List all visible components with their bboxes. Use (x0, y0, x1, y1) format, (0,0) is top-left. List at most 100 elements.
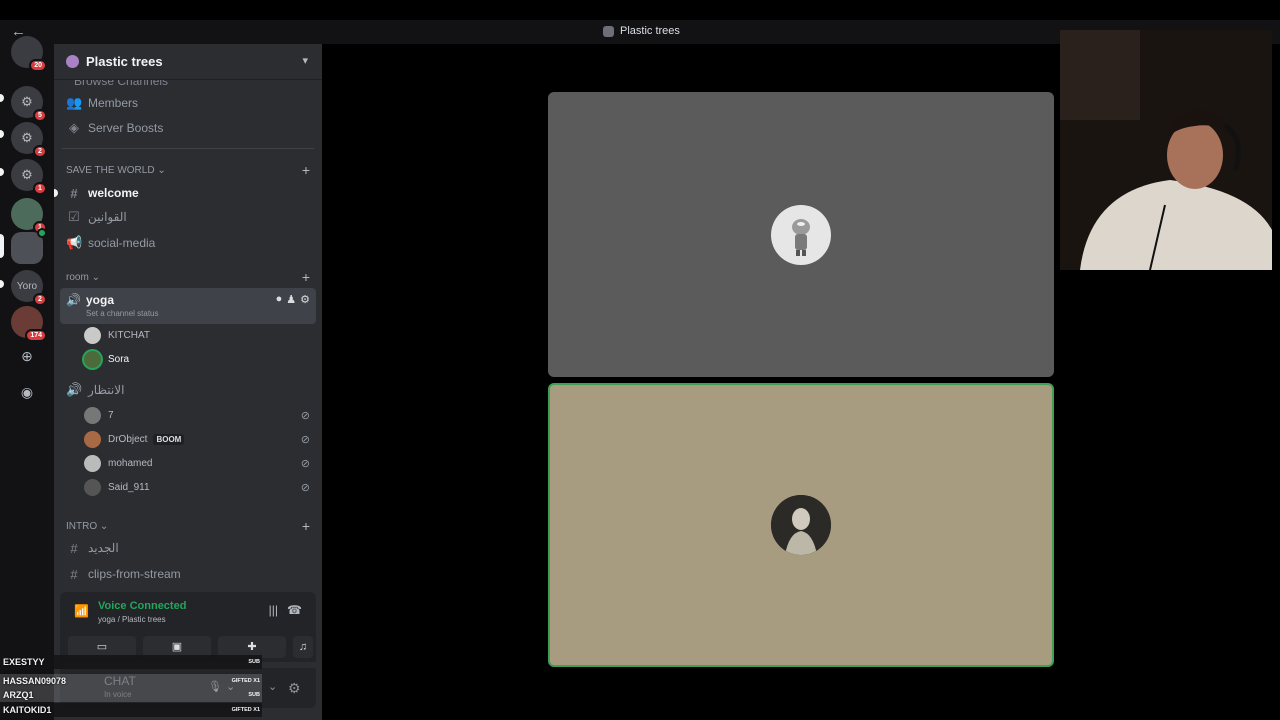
sub-entry: EXESTYY SUB (0, 655, 262, 669)
unread-pill (0, 94, 4, 102)
channel-new[interactable]: # الجديد (60, 537, 316, 559)
category-room[interactable]: room ⌄ + (66, 269, 310, 285)
server-icon-8[interactable]: 174 (11, 306, 47, 342)
members-icon: 👥 (66, 95, 83, 110)
channel-actions: ● ♟ ⚙ (276, 293, 310, 306)
voice-status[interactable]: Voice Connected (98, 600, 186, 612)
channel-rules[interactable]: ☑ القوانين (60, 206, 316, 228)
chat-icon[interactable]: ● (276, 293, 283, 306)
unread-pill (0, 168, 4, 176)
voice-channel-yoga[interactable]: 🔊 yoga Set a channel status ● ♟ ⚙ (60, 288, 316, 324)
channel-welcome[interactable]: # welcome (54, 182, 316, 204)
avatar (84, 454, 101, 472)
screen-share-icon: ▣ (171, 641, 183, 653)
participant-tile[interactable] (548, 92, 1054, 377)
noise-suppression-icon[interactable]: ||| (269, 603, 278, 617)
signal-icon[interactable]: 📶 (74, 604, 89, 618)
voice-user[interactable]: Sora (84, 348, 316, 370)
unread-pill (0, 130, 4, 138)
sub-alert-overlay: EXESTYY SUB HASSAN09078 GIFTED X1 ARZQ1 … (0, 655, 262, 717)
channel-clips[interactable]: # clips-from-stream (60, 563, 316, 585)
avatar (771, 204, 831, 265)
announcement-icon: 📢 (66, 235, 83, 250)
chevron-down-icon[interactable]: ▾ (302, 54, 308, 67)
voice-user[interactable]: DrObject BOOM ⊘ (84, 428, 316, 450)
webcam-feed-icon (1060, 30, 1272, 270)
activities-icon: ✚ (247, 641, 257, 653)
server-icon-7[interactable]: Yoro 2 (11, 270, 47, 306)
character-avatar-icon (792, 218, 810, 256)
server-icon-3[interactable]: ⚙ 2 (11, 122, 47, 158)
server-boosts-label: Server Boosts (88, 121, 164, 135)
members-item[interactable]: 👥 Members (60, 92, 316, 114)
add-channel-icon[interactable]: + (302, 162, 310, 178)
server-icon-6[interactable] (11, 228, 47, 264)
add-channel-icon[interactable]: + (302, 518, 310, 534)
soundboard-icon: ♫ (298, 641, 308, 653)
voice-channel-waiting[interactable]: 🔊 الانتظار (60, 379, 316, 401)
unread-pill (54, 189, 58, 197)
server-header-icon (66, 55, 79, 68)
deafened-icon: ⊘ (300, 481, 310, 494)
server-badge: 2 (33, 293, 47, 306)
camera-off-icon: ▭ (96, 641, 108, 653)
invite-icon[interactable]: ♟ (286, 293, 296, 306)
server-badge: 174 (25, 329, 47, 342)
avatar (84, 350, 101, 368)
server-header[interactable]: Plastic trees ▾ (54, 44, 322, 80)
hash-icon: # (70, 540, 78, 556)
avatar (84, 478, 101, 496)
server-icon-1[interactable]: 20 (11, 36, 47, 72)
voice-user[interactable]: 7 ⊘ (84, 404, 316, 426)
channel-status[interactable]: Set a channel status (86, 309, 159, 318)
server-name: Plastic trees (86, 54, 163, 69)
speaker-icon: 🔊 (66, 382, 83, 397)
statue-avatar-icon (771, 495, 831, 555)
avatar (84, 326, 101, 344)
add-server-icon[interactable]: ⊕ (17, 346, 37, 366)
server-badge: 20 (29, 59, 47, 72)
server-boosts-item[interactable]: ◈ Server Boosts (60, 117, 316, 139)
boost-icon: ◈ (69, 120, 79, 135)
selected-pill (0, 234, 4, 258)
server-icon (603, 25, 614, 37)
avatar (84, 430, 101, 448)
deafened-icon: ⊘ (300, 457, 310, 470)
category-intro[interactable]: INTRO ⌄ + (66, 518, 310, 534)
avatar (84, 406, 101, 424)
avatar (771, 495, 831, 555)
server-icon-4[interactable]: ⚙ 1 (11, 159, 47, 195)
discover-icon[interactable]: ◉ (17, 382, 37, 402)
channel-social-media[interactable]: 📢 social-media (60, 232, 316, 254)
add-channel-icon[interactable]: + (302, 269, 310, 285)
chevron-down-icon[interactable]: ⌄ (268, 680, 277, 693)
server-badge: 2 (33, 145, 47, 158)
gear-icon[interactable]: ⚙ (288, 680, 301, 697)
deafened-icon: ⊘ (300, 433, 310, 446)
voice-connected-panel: 📶 Voice Connected yoga / Plastic trees |… (60, 592, 316, 662)
unread-pill (0, 280, 4, 288)
server-badge: 5 (33, 109, 47, 122)
voice-location[interactable]: yoga / Plastic trees (98, 615, 166, 624)
sub-entry: HASSAN09078 GIFTED X1 (0, 674, 262, 688)
hash-icon: # (70, 566, 78, 582)
disconnect-icon[interactable]: ☎ (287, 603, 302, 617)
streamer-webcam (1060, 30, 1272, 270)
rules-icon: ☑ (68, 209, 80, 224)
sub-entry: KAITOKID1 GIFTED X1 (0, 703, 262, 717)
participant-tile-speaking[interactable] (548, 383, 1054, 667)
voice-user[interactable]: mohamed ⊘ (84, 452, 316, 474)
speaker-icon: 🔊 (66, 293, 81, 307)
voice-user[interactable]: Said_911 ⊘ (84, 476, 316, 498)
server-badge: 1 (33, 182, 47, 195)
gear-icon[interactable]: ⚙ (300, 293, 310, 306)
server-icon-2[interactable]: ⚙ 5 (11, 86, 47, 122)
sub-entry: ARZQ1 SUB (0, 688, 262, 702)
server-icon-5[interactable]: 1 (11, 198, 47, 234)
soundboard-button[interactable]: ♫ (293, 636, 313, 658)
category-save-the-world[interactable]: SAVE THE WORLD ⌄ + (66, 162, 310, 178)
voice-user[interactable]: KITCHAT (84, 324, 316, 346)
server-rail: 20 ⚙ 5 ⚙ 2 ⚙ 1 1 Yoro 2 174 ⊕ ◉ (0, 36, 54, 720)
hash-icon: # (70, 185, 78, 201)
channel-sidebar: Browse Channels Plastic trees ▾ 👥 Member… (54, 44, 322, 720)
